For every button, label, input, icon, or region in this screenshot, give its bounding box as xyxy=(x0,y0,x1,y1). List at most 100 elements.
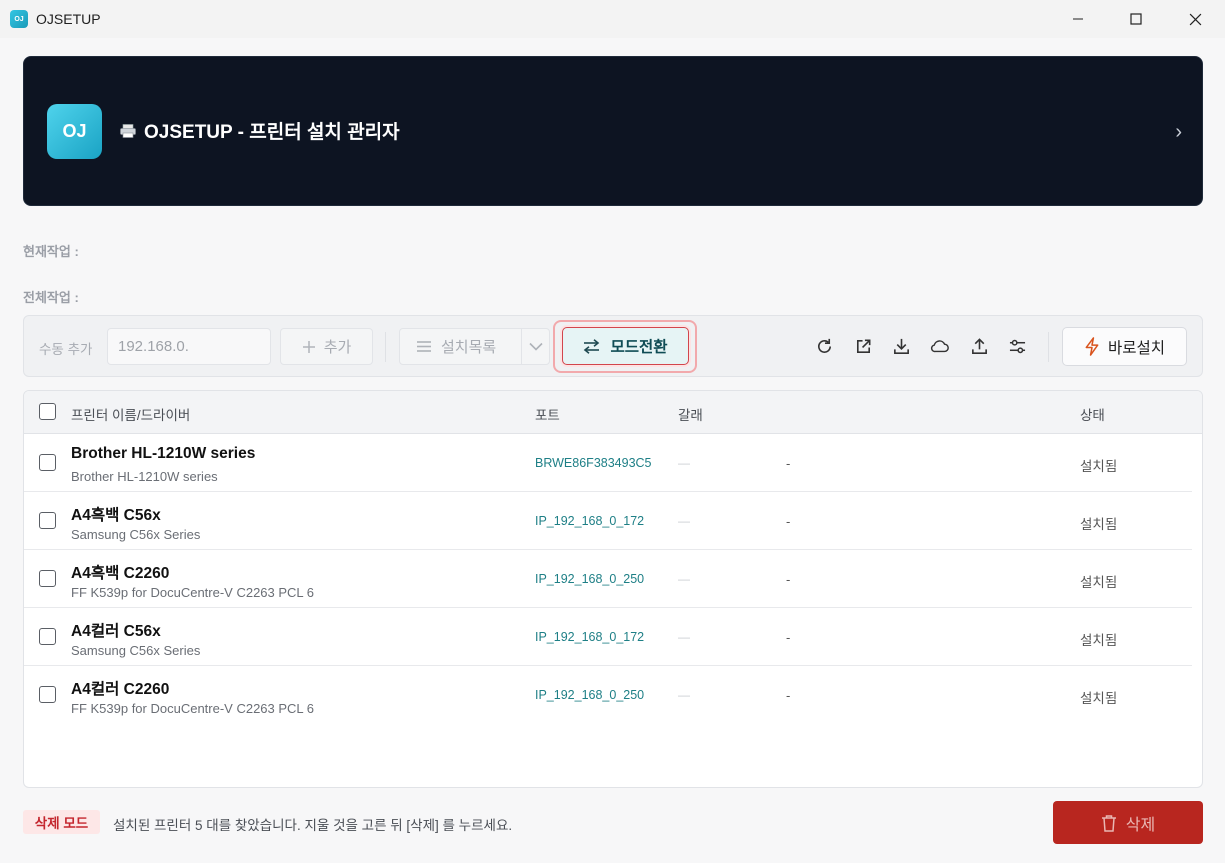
toolbar-divider xyxy=(385,332,386,362)
row-checkbox[interactable] xyxy=(39,570,56,587)
chevron-down-icon xyxy=(528,342,543,351)
mode-switch-button[interactable]: 모드전환 xyxy=(562,327,689,365)
banner-title: OJSETUP - 프린터 설치 관리자 xyxy=(144,122,400,143)
table-header: 프린터 이름/드라이버 포트 갈래 상태 xyxy=(24,391,1202,434)
printer-driver: FF K539p for DocuCentre-V C2263 PCL 6 xyxy=(71,701,315,716)
printer-extra: - xyxy=(786,514,791,529)
printer-type: — xyxy=(678,514,690,528)
close-icon xyxy=(1189,13,1201,25)
printer-status: 설치됨 xyxy=(1080,575,1118,590)
printer-extra: - xyxy=(786,630,791,645)
toolbar-divider xyxy=(1048,332,1049,362)
header-type: 갈래 xyxy=(678,408,703,423)
maximize-button[interactable] xyxy=(1107,0,1165,38)
trash-icon xyxy=(1101,814,1116,832)
printer-port: IP_192_168_0_250 xyxy=(535,688,645,702)
header-name: 프린터 이름/드라이버 xyxy=(71,408,191,423)
printer-type: — xyxy=(678,630,690,644)
table-row[interactable]: A4흑백 C2260 FF K539p for DocuCentre-V C22… xyxy=(24,550,1192,608)
printer-name: A4컬러 C56x xyxy=(71,623,161,640)
printer-driver: Brother HL-1210W series xyxy=(71,469,218,484)
printer-status: 설치됨 xyxy=(1080,691,1118,706)
ip-address-input[interactable] xyxy=(107,328,271,365)
cloud-icon xyxy=(930,340,949,353)
printer-name: A4흑백 C2260 xyxy=(71,565,170,582)
swap-arrows-icon xyxy=(584,338,600,354)
delete-button[interactable]: 삭제 xyxy=(1053,801,1203,844)
row-checkbox[interactable] xyxy=(39,686,56,703)
header-port: 포트 xyxy=(535,408,560,423)
table-row[interactable]: A4컬러 C2260 FF K539p for DocuCentre-V C22… xyxy=(24,666,1192,724)
chevron-right-icon[interactable]: › xyxy=(1175,121,1182,144)
quick-install-button[interactable]: 바로설치 xyxy=(1062,327,1187,366)
title-bar: OJ OJSETUP xyxy=(0,0,1225,38)
install-list-label: 설치목록 xyxy=(441,339,497,356)
refresh-icon xyxy=(817,338,831,353)
printer-type: — xyxy=(678,572,690,586)
manual-add-label: 수동 추가 xyxy=(39,342,93,357)
printer-driver: Samsung C56x Series xyxy=(71,643,201,658)
minimize-icon xyxy=(1073,18,1083,20)
menu-lines-icon xyxy=(417,341,431,352)
external-link-icon xyxy=(856,339,870,353)
delete-mode-badge: 삭제 모드 xyxy=(23,810,100,834)
printer-type: — xyxy=(678,688,690,702)
printer-port: IP_192_168_0_172 xyxy=(535,514,645,528)
close-button[interactable] xyxy=(1166,0,1224,38)
open-external-button[interactable] xyxy=(852,335,874,357)
current-task-label: 현재작업 : xyxy=(23,244,79,259)
printer-driver: FF K539p for DocuCentre-V C2263 PCL 6 xyxy=(71,585,315,600)
minimize-button[interactable] xyxy=(1049,0,1107,38)
cloud-button[interactable] xyxy=(929,335,951,357)
window-title: OJSETUP xyxy=(36,11,101,27)
printer-name: A4컬러 C2260 xyxy=(71,681,170,698)
quick-install-label: 바로설치 xyxy=(1107,339,1166,357)
printer-extra: - xyxy=(786,572,791,587)
add-button[interactable]: 추가 xyxy=(280,328,373,365)
header-banner[interactable]: OJ OJSETUP - 프린터 설치 관리자 › xyxy=(23,56,1203,206)
printer-driver: Samsung C56x Series xyxy=(71,527,201,542)
printer-icon xyxy=(120,123,136,138)
download-icon xyxy=(893,338,909,354)
banner-title-wrap: OJSETUP - 프린터 설치 관리자 xyxy=(120,117,400,144)
toolbar: 수동 추가 추가 설치목록 모드전환 xyxy=(23,315,1203,377)
printer-table: 프린터 이름/드라이버 포트 갈래 상태 Brother HL-1210W se… xyxy=(23,390,1203,788)
table-row[interactable]: A4흑백 C56x Samsung C56x Series IP_192_168… xyxy=(24,492,1192,550)
table-row[interactable]: A4컬러 C56x Samsung C56x Series IP_192_168… xyxy=(24,608,1192,666)
table-row[interactable]: Brother HL-1210W series Brother HL-1210W… xyxy=(24,434,1192,492)
install-list-dropdown[interactable] xyxy=(522,329,549,364)
delete-button-label: 삭제 xyxy=(1125,816,1156,834)
settings-button[interactable] xyxy=(1006,335,1028,357)
sliders-icon xyxy=(1009,339,1025,353)
app-logo: OJ xyxy=(47,104,102,159)
mode-switch-label: 모드전환 xyxy=(610,339,668,356)
plus-icon xyxy=(302,340,315,353)
printer-status: 설치됨 xyxy=(1080,633,1118,648)
upload-button[interactable] xyxy=(968,335,990,357)
row-checkbox[interactable] xyxy=(39,628,56,645)
status-message: 설치된 프린터 5 대를 찾았습니다. 지울 것을 고른 뒤 [삭제] 를 누르… xyxy=(113,818,513,833)
printer-status: 설치됨 xyxy=(1080,517,1118,532)
refresh-button[interactable] xyxy=(813,335,835,357)
printer-name: Brother HL-1210W series xyxy=(71,445,256,462)
app-icon: OJ xyxy=(10,10,28,28)
add-button-label: 추가 xyxy=(323,339,352,356)
row-checkbox[interactable] xyxy=(39,454,56,471)
printer-type: — xyxy=(678,456,690,470)
select-all-checkbox[interactable] xyxy=(39,403,56,420)
printer-port: IP_192_168_0_172 xyxy=(535,630,645,644)
header-status: 상태 xyxy=(1080,408,1105,423)
row-checkbox[interactable] xyxy=(39,512,56,529)
lightning-icon xyxy=(1085,337,1099,356)
printer-name: A4흑백 C56x xyxy=(71,507,161,524)
printer-extra: - xyxy=(786,688,791,703)
download-button[interactable] xyxy=(890,335,912,357)
printer-status: 설치됨 xyxy=(1080,459,1118,474)
install-list-button[interactable]: 설치목록 xyxy=(399,328,550,365)
maximize-icon xyxy=(1130,13,1142,25)
total-task-label: 전체작업 : xyxy=(23,290,79,305)
printer-port: IP_192_168_0_250 xyxy=(535,572,645,586)
install-list-main[interactable]: 설치목록 xyxy=(400,329,522,364)
upload-icon xyxy=(971,337,987,354)
printer-extra: - xyxy=(786,456,791,471)
